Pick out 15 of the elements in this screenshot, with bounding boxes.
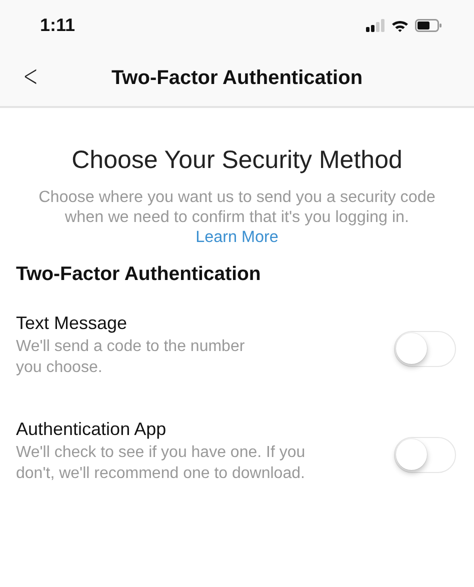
toggle-switch[interactable] [394, 437, 456, 473]
status-time: 1:11 [40, 14, 76, 36]
signal-icon [366, 18, 385, 32]
option-description: We'll check to see if you have one. If you don't, we'll recommend one to download. [16, 443, 306, 484]
toggle-switch[interactable] [394, 331, 456, 367]
battery-icon [415, 18, 442, 32]
option-title: Text Message [16, 312, 128, 334]
section-heading: Choose Your Security Method [70, 146, 404, 175]
screen-title: Two-Factor Authentication [111, 66, 363, 90]
back-button[interactable]: < [19, 62, 42, 92]
option-title: Authentication App [16, 418, 168, 440]
section-title: Two-Factor Authentication [16, 263, 262, 286]
wifi-icon [391, 18, 409, 32]
option-description: We'll send a code to the number you choose. [16, 337, 245, 378]
description-text: Choose where you want us to send you a security code when we need to confirm that it's you logging in. Learn More [38, 187, 436, 247]
